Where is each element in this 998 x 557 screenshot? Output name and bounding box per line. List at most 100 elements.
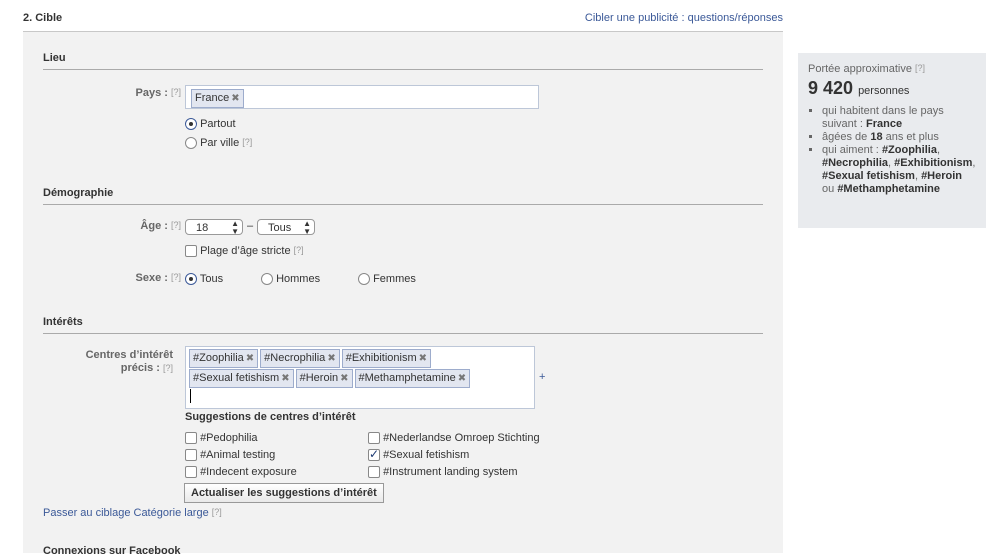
remove-token-icon[interactable]: ✖ [340, 373, 348, 384]
pays-label: Pays : [?] [83, 87, 182, 99]
radio-sexe-tous[interactable]: Tous [185, 273, 224, 286]
refresh-suggestions-button[interactable]: Actualiser les suggestions d’intérêt [184, 483, 384, 503]
broad-category-link[interactable]: Passer au ciblage Catégorie large [43, 507, 209, 519]
targeting-help-link[interactable]: Cibler une publicité : questions/réponse… [585, 12, 783, 24]
radio-sexe-tous-icon[interactable] [185, 273, 197, 286]
age-label: Âge : [?] [83, 220, 181, 232]
interest-token: #Necrophilia ✖ [260, 349, 340, 368]
criterion-value: #Methamphetamine [837, 183, 941, 195]
suggestion-item[interactable]: #Sexual fetishism [368, 447, 469, 462]
connexions-heading: Connexions sur Facebook [43, 545, 181, 557]
demographie-heading: Démographie [43, 187, 763, 205]
radio-sexe-femmes-icon[interactable] [358, 273, 370, 286]
interest-token-label: #Heroin [299, 372, 339, 384]
criterion-text: ans et plus [885, 131, 939, 143]
remove-token-icon[interactable]: ✖ [458, 373, 466, 384]
suggestion-label: #Animal testing [200, 449, 276, 461]
suggestion-item[interactable]: #Nederlandse Omroep Stichting [368, 432, 540, 445]
criterion-text: âgées de [822, 131, 868, 143]
section-title: 2. Cible [23, 12, 63, 24]
suggestion-item[interactable]: #Instrument landing system [368, 466, 518, 479]
broad-help-icon[interactable]: [?] [212, 507, 222, 517]
add-interest-plus[interactable]: + [539, 371, 545, 383]
strict-age-checkbox[interactable]: Plage d’âge stricte [?] [185, 245, 304, 258]
estimated-reach-box: Portée approximative [?] 9 420 personnes… [798, 53, 986, 228]
remove-token-icon[interactable]: ✖ [246, 353, 254, 364]
suggestion-checkbox[interactable] [185, 449, 197, 462]
country-input[interactable]: France ✖ [185, 85, 539, 109]
age-help-icon[interactable]: [?] [171, 220, 181, 230]
interests-label-line2: précis : [120, 362, 160, 374]
interests-label: Centres d’intérêt précis : [?] [53, 349, 173, 375]
suggestion-checkbox[interactable] [185, 466, 197, 479]
radio-sexe-hommes-icon[interactable] [261, 273, 273, 286]
suggestions-title: Suggestions de centres d’intérêt [185, 411, 356, 423]
criterion-value: France [866, 118, 903, 130]
par-ville-help-icon[interactable]: [?] [242, 137, 252, 147]
radio-par-ville-icon[interactable] [185, 137, 197, 150]
interets-heading: Intérêts [43, 316, 763, 334]
criterion-value: #Heroin [921, 170, 963, 182]
radio-sexe-hommes[interactable]: Hommes [261, 273, 321, 286]
reach-criterion-age: âgées de 18 ans et plus [822, 131, 976, 144]
reach-criterion-interests: qui aiment : #Zoophilia, #Necrophilia, #… [822, 144, 976, 196]
criterion-value: 18 [870, 131, 883, 143]
interest-token: #Sexual fetishism ✖ [189, 369, 294, 388]
age-separator: – [247, 220, 254, 232]
suggestion-checkbox-checked[interactable] [368, 447, 380, 462]
interests-label-line1: Centres d’intérêt [85, 349, 173, 361]
radio-partout-icon[interactable] [185, 118, 197, 131]
sexe-help-icon[interactable]: [?] [171, 272, 181, 282]
interests-input[interactable]: #Zoophilia ✖ #Necrophilia ✖ #Exhibitionism ✖ … [185, 346, 535, 409]
strict-age-label: Plage d’âge stricte [200, 245, 291, 257]
criterion-text: ou [822, 183, 835, 195]
select-arrows-icon: ▲ ▼ [231, 219, 239, 236]
radio-sexe-hommes-label: Hommes [276, 273, 321, 285]
strict-age-checkbox-box[interactable] [185, 245, 197, 258]
section-header: 2. Cible Cibler une publicité : question… [23, 0, 783, 32]
criterion-value: #Exhibitionism [894, 157, 973, 169]
age-min-select[interactable]: 18 ▲ ▼ [185, 219, 243, 236]
text-cursor [190, 389, 191, 403]
interest-token-label: #Methamphetamine [358, 372, 456, 384]
age-max-select[interactable]: Tous ▲ ▼ [257, 219, 315, 236]
interest-token: #Heroin ✖ [295, 369, 353, 388]
suggestion-checkbox[interactable] [185, 432, 197, 445]
radio-partout[interactable]: Partout [185, 118, 236, 131]
remove-token-icon[interactable]: ✖ [231, 93, 239, 104]
remove-token-icon[interactable]: ✖ [419, 353, 427, 364]
remove-token-icon[interactable]: ✖ [327, 353, 335, 364]
reach-number: 9 420 [808, 78, 854, 98]
radio-sexe-tous-label: Tous [199, 273, 224, 285]
strict-age-help-icon[interactable]: [?] [294, 245, 304, 255]
remove-token-icon[interactable]: ✖ [281, 373, 289, 384]
reach-count: 9 420 personnes [808, 78, 976, 99]
suggestion-checkbox[interactable] [368, 432, 380, 445]
reach-criterion-country: qui habitent dans le pays suivant : Fran… [822, 105, 976, 131]
suggestion-item[interactable]: #Pedophilia [185, 432, 258, 445]
reach-criteria-list: qui habitent dans le pays suivant : Fran… [808, 105, 976, 196]
interests-help-icon[interactable]: [?] [163, 363, 173, 373]
targeting-panel: 2. Cible Cibler une publicité : question… [23, 0, 783, 557]
interest-token-label: #Sexual fetishism [193, 372, 280, 384]
radio-sexe-femmes[interactable]: Femmes [358, 273, 416, 286]
select-arrows-icon: ▲ ▼ [303, 219, 311, 236]
interest-token: #Exhibitionism ✖ [341, 349, 432, 368]
reach-title: Portée approximative [?] [808, 63, 976, 75]
interest-token: #Zoophilia ✖ [189, 349, 259, 368]
suggestion-item[interactable]: #Indecent exposure [185, 466, 297, 479]
sexe-label: Sexe : [?] [83, 272, 182, 284]
sexe-label-text: Sexe : [135, 272, 168, 284]
radio-par-ville-label: Par ville [200, 137, 240, 149]
country-token-label: France [195, 92, 230, 104]
suggestion-label: #Nederlandse Omroep Stichting [383, 432, 540, 444]
suggestion-item[interactable]: #Animal testing [185, 449, 276, 462]
suggestion-checkbox[interactable] [368, 466, 380, 479]
pays-help-icon[interactable]: [?] [171, 87, 181, 97]
radio-par-ville[interactable]: Par ville [?] [185, 137, 252, 150]
reach-help-icon[interactable]: [?] [915, 63, 925, 73]
interest-token: #Methamphetamine ✖ [354, 369, 471, 388]
age-max-value: Tous [268, 222, 292, 234]
criterion-text: qui aiment : [822, 144, 879, 156]
radio-partout-label: Partout [200, 118, 236, 130]
